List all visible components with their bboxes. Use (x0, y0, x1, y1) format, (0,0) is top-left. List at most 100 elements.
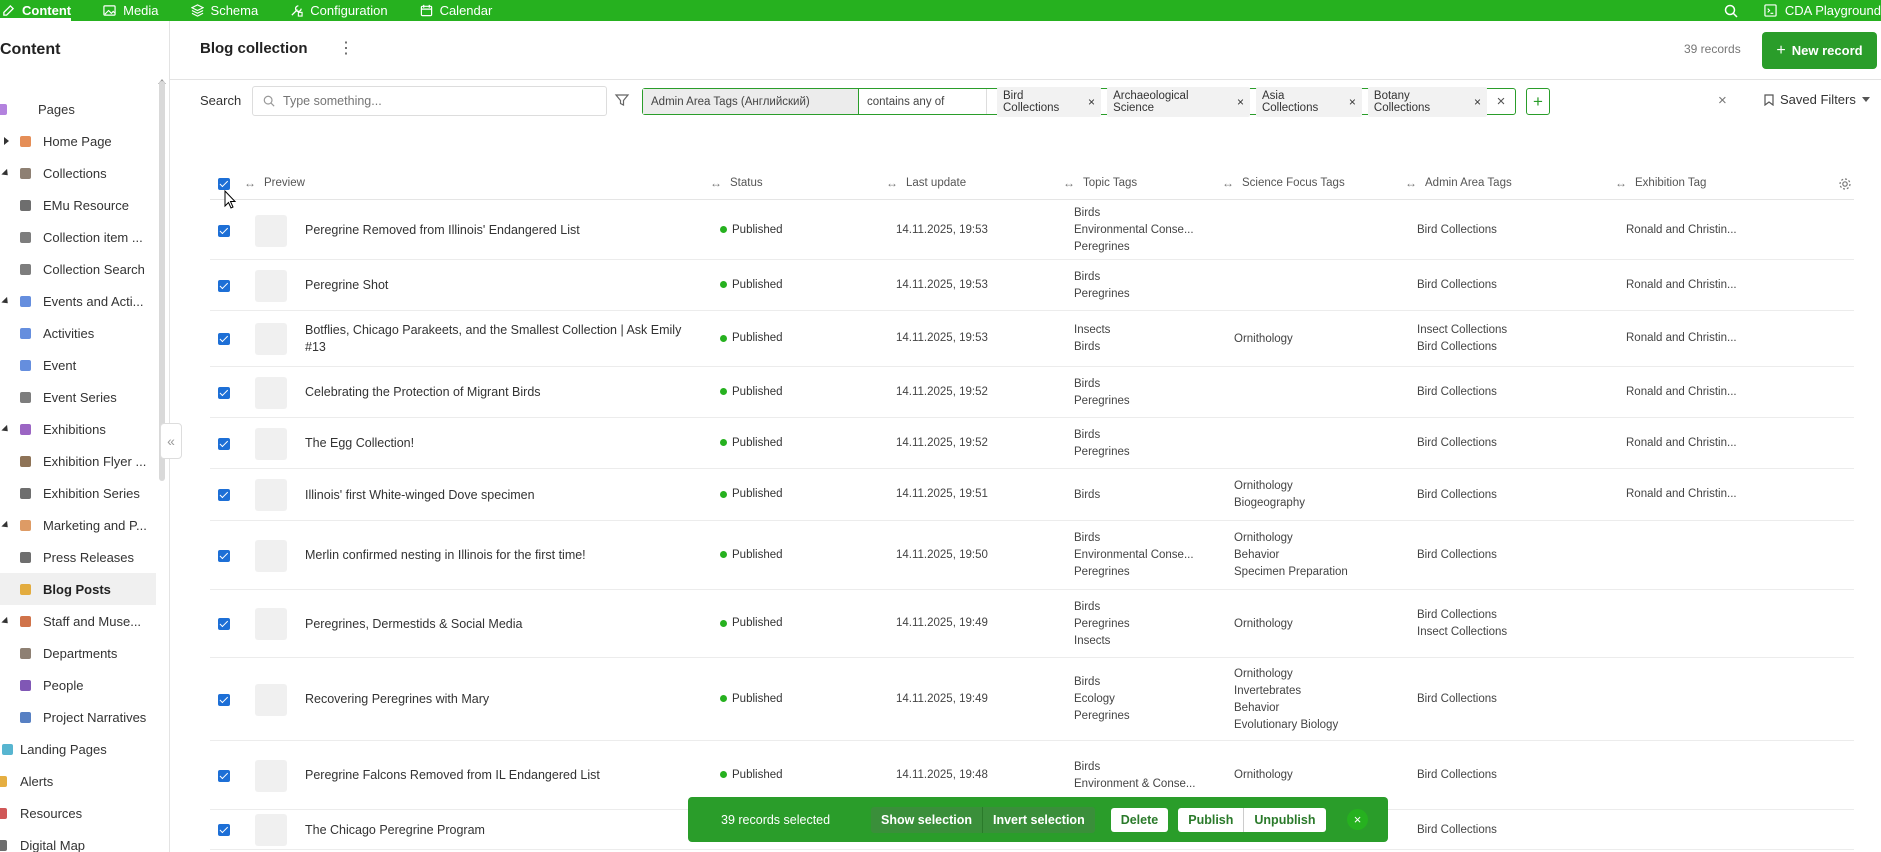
close-icon[interactable]: × (1347, 809, 1368, 830)
nav-configuration[interactable]: Configuration (272, 0, 401, 21)
row-checkbox[interactable] (218, 769, 230, 782)
more-options-icon[interactable]: ⋮ (338, 41, 354, 58)
record-title[interactable]: Merlin confirmed nesting in Illinois for… (305, 547, 705, 564)
record-title[interactable]: Peregrines, Dermestids & Social Media (305, 616, 705, 633)
col-admin-area-tags[interactable]: ↔ Admin Area Tags (1405, 176, 1512, 190)
remove-tag-icon[interactable]: × (1088, 95, 1095, 109)
expand-arrow-icon[interactable] (1, 520, 11, 530)
sidebar-item[interactable]: Pages (0, 93, 156, 125)
table-row[interactable]: Peregrine Shot Published 14.11.2025, 19:53… (210, 260, 1854, 311)
row-checkbox[interactable] (218, 386, 230, 399)
sidebar-item[interactable]: Departments (0, 637, 156, 669)
remove-tag-icon[interactable]: × (1349, 95, 1356, 109)
row-checkbox[interactable] (218, 333, 230, 345)
sidebar-item[interactable]: Exhibition Series (0, 477, 156, 509)
sidebar-item[interactable]: Staff and Muse... (0, 605, 156, 637)
collapsed-arrow-icon[interactable] (4, 137, 9, 145)
col-exhibition-tag[interactable]: ↔ Exhibition Tag (1615, 176, 1706, 190)
row-checkbox[interactable] (218, 618, 230, 630)
col-preview[interactable]: ↔ Preview (244, 176, 305, 190)
resize-icon[interactable]: ↔ (710, 176, 722, 190)
sidebar-item[interactable]: Collection item ... (0, 221, 156, 253)
saved-filters-dropdown[interactable]: Saved Filters (1764, 92, 1870, 107)
new-record-button[interactable]: + New record (1762, 32, 1877, 69)
table-row[interactable]: Peregrine Removed from Illinois' Endange… (210, 201, 1854, 260)
record-title[interactable]: Peregrine Shot (305, 277, 705, 294)
show-selection-button[interactable]: Show selection (871, 806, 983, 833)
resize-icon[interactable]: ↔ (1063, 176, 1075, 190)
record-title[interactable]: Botflies, Chicago Parakeets, and the Sma… (305, 322, 705, 356)
record-title[interactable]: Recovering Peregrines with Mary (305, 691, 705, 708)
select-all-checkbox[interactable] (218, 178, 230, 190)
expand-arrow-icon[interactable] (1, 168, 11, 178)
row-checkbox[interactable] (218, 224, 230, 237)
resize-icon[interactable]: ↔ (1222, 176, 1234, 190)
resize-icon[interactable]: ↔ (886, 176, 898, 190)
gear-icon[interactable] (1838, 177, 1852, 191)
playground-switcher[interactable]: CDA Playground (1764, 3, 1881, 18)
nav-media[interactable]: Media (85, 0, 172, 21)
sidebar-item[interactable]: Digital Map (0, 829, 156, 852)
clear-filters-icon[interactable]: × (1718, 92, 1727, 109)
col-topic-tags[interactable]: ↔ Topic Tags (1063, 176, 1137, 190)
expand-arrow-icon[interactable] (1, 424, 11, 434)
filter-field-select[interactable]: Admin Area Tags (Английский) (643, 89, 859, 114)
sidebar-item[interactable]: Alerts (0, 765, 156, 797)
nav-schema[interactable]: Schema (173, 0, 273, 21)
sidebar-item[interactable]: Home Page (0, 125, 156, 157)
remove-tag-icon[interactable]: × (1237, 95, 1244, 109)
sidebar-item[interactable]: Resources (0, 797, 156, 829)
sidebar-item[interactable]: Blog Posts (0, 573, 156, 605)
unpublish-button[interactable]: Unpublish (1244, 808, 1325, 832)
record-title[interactable]: The Egg Collection! (305, 435, 705, 452)
record-title[interactable]: Peregrine Removed from Illinois' Endange… (305, 222, 705, 239)
expand-arrow-icon[interactable] (1, 296, 11, 306)
sidebar-item[interactable]: Marketing and P... (0, 509, 156, 541)
col-status[interactable]: ↔ Status (710, 176, 763, 190)
sidebar-item[interactable]: Exhibitions (0, 413, 156, 445)
row-checkbox[interactable] (218, 489, 230, 501)
sidebar-item[interactable]: People (0, 669, 156, 701)
record-title[interactable]: Illinois' first White-winged Dove specim… (305, 487, 705, 504)
sidebar-item[interactable]: Exhibition Flyer ... (0, 445, 156, 477)
filter-operator-select[interactable]: contains any of (859, 89, 987, 114)
table-row[interactable]: Recovering Peregrines with Mary Published… (210, 658, 1854, 741)
resize-icon[interactable]: ↔ (244, 176, 256, 190)
record-title[interactable]: Peregrine Falcons Removed from IL Endang… (305, 767, 705, 784)
search-input[interactable] (283, 94, 583, 108)
table-row[interactable]: The Egg Collection! Published 14.11.2025, … (210, 418, 1854, 469)
add-filter-button[interactable]: + (1526, 88, 1550, 115)
sidebar-item[interactable]: EMu Resource (0, 189, 156, 221)
sidebar-item[interactable]: Press Releases (0, 541, 156, 573)
sidebar-item[interactable]: Event (0, 349, 156, 381)
row-checkbox[interactable] (218, 549, 230, 562)
sidebar-item[interactable]: Events and Acti... (0, 285, 156, 317)
delete-button[interactable]: Delete (1110, 807, 1169, 832)
record-title[interactable]: Celebrating the Protection of Migrant Bi… (305, 384, 705, 401)
resize-icon[interactable]: ↔ (1405, 176, 1417, 190)
row-checkbox[interactable] (218, 824, 230, 836)
row-checkbox[interactable] (218, 437, 230, 450)
table-row[interactable]: Peregrines, Dermestids & Social Media Pub… (210, 590, 1854, 658)
col-science-focus-tags[interactable]: ↔ Science Focus Tags (1222, 176, 1345, 190)
sidebar-item[interactable]: Collections (0, 157, 156, 189)
remove-tag-icon[interactable]: × (1474, 95, 1481, 109)
table-row[interactable]: Celebrating the Protection of Migrant Bi… (210, 367, 1854, 418)
search-icon[interactable] (1724, 4, 1738, 18)
sidebar-item[interactable]: Activities (0, 317, 156, 349)
expand-arrow-icon[interactable] (1, 616, 11, 626)
record-title[interactable]: The Chicago Peregrine Program (305, 822, 705, 839)
sidebar-item[interactable]: Event Series (0, 381, 156, 413)
funnel-icon[interactable] (614, 92, 630, 108)
row-checkbox[interactable] (218, 279, 230, 292)
sidebar-item[interactable]: Project Narratives (0, 701, 156, 733)
table-row[interactable]: Botflies, Chicago Parakeets, and the Sma… (210, 311, 1854, 367)
sidebar-item[interactable]: Collection Search (0, 253, 156, 285)
sidebar-item[interactable]: Landing Pages (0, 733, 156, 765)
col-last-update[interactable]: ↔ Last update (886, 176, 966, 190)
publish-button[interactable]: Publish (1178, 807, 1245, 832)
collapse-sidebar-button[interactable]: « (160, 423, 182, 459)
row-checkbox[interactable] (218, 693, 230, 706)
nav-content[interactable]: Content (0, 0, 85, 21)
table-row[interactable]: Illinois' first White-winged Dove specim… (210, 469, 1854, 521)
